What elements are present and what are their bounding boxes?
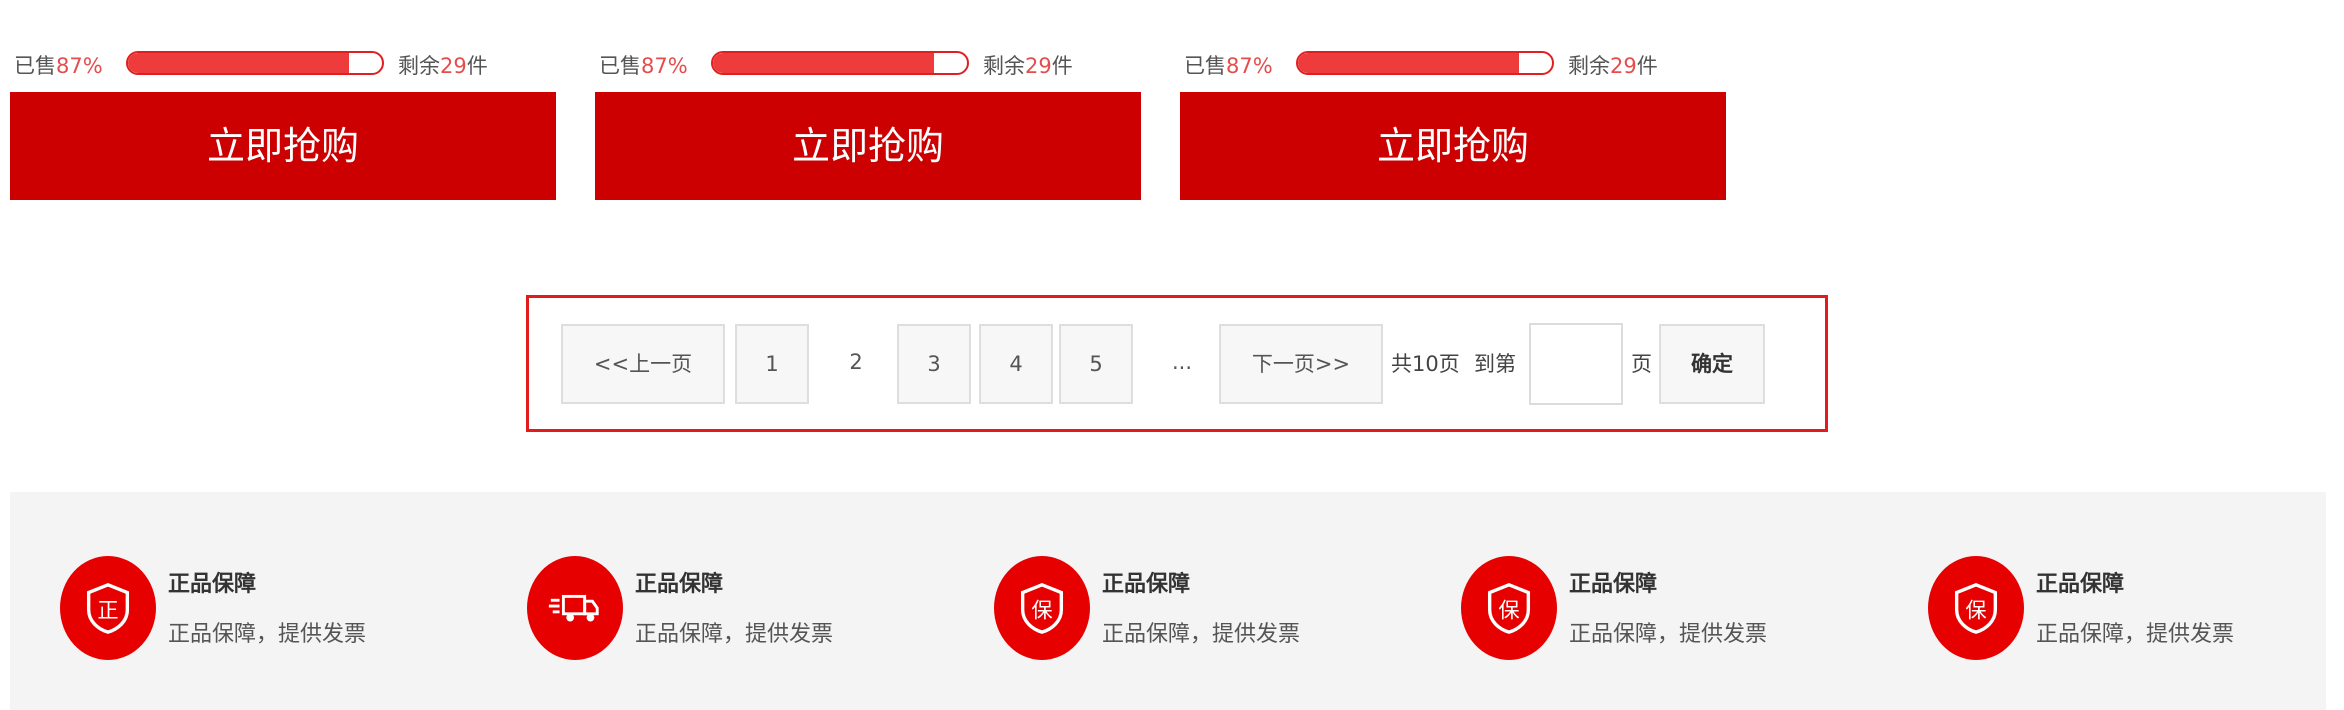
sale-progress-row: 已售87% 剩余29件 [1170, 46, 1730, 80]
shield-guarantee-icon: 保 [1928, 556, 2024, 660]
page-5-button[interactable]: 5 [1059, 324, 1133, 404]
buy-now-button[interactable]: 立即抢购 [1180, 92, 1726, 200]
authentic-icon: 正 [60, 556, 156, 660]
remain-count: 29 [440, 54, 467, 78]
svg-text:正: 正 [97, 599, 118, 624]
sold-label: 已售87% [1184, 54, 1273, 78]
product-card: 已售87% 剩余29件 立即抢购 [1170, 0, 1730, 210]
svg-text:保: 保 [1498, 599, 1519, 624]
service-title: 正品保障 [168, 572, 257, 597]
service-title: 正品保障 [1102, 572, 1191, 597]
goto-page-input[interactable] [1529, 323, 1623, 405]
service-guarantees-bar: 正 正品保障 正品保障，提供发票 正品保障 正品保障，提供发票 保 正品保障 正… [10, 492, 2326, 710]
page-4-button[interactable]: 4 [979, 324, 1053, 404]
product-card: 已售87% 剩余29件 立即抢购 [585, 0, 1145, 210]
goto-prefix-label: 到第 [1474, 352, 1516, 376]
service-item: 保 正品保障 正品保障，提供发票 [1411, 556, 1831, 666]
page-3-button[interactable]: 3 [897, 324, 971, 404]
sold-percent: 87% [641, 54, 688, 78]
next-page-button[interactable]: 下一页>> [1219, 324, 1383, 404]
service-description: 正品保障，提供发票 [168, 622, 367, 647]
service-item: 正 正品保障 正品保障，提供发票 [10, 556, 430, 666]
remain-label: 剩余29件 [1568, 54, 1658, 78]
shield-guarantee-icon: 保 [1461, 556, 1557, 660]
sold-percent: 87% [1226, 54, 1273, 78]
flash-sale-products: 已售87% 剩余29件 立即抢购 已售87% 剩余29件 立即抢购 已售87% … [0, 0, 2344, 210]
sold-label: 已售87% [14, 54, 103, 78]
pagination-ellipsis: ... [1171, 350, 1193, 374]
progress-fill [1298, 53, 1519, 73]
svg-text:保: 保 [1965, 599, 1986, 624]
page-1-button[interactable]: 1 [735, 324, 809, 404]
progress-fill [713, 53, 934, 73]
remain-count: 29 [1610, 54, 1637, 78]
service-description: 正品保障，提供发票 [1569, 622, 1768, 647]
sold-percent: 87% [56, 54, 103, 78]
pagination: <<上一页 1 2 3 4 5 ... 下一页>> 共10页 到第 页 确定 [529, 298, 1825, 429]
goto-suffix-label: 页 [1631, 352, 1652, 376]
current-page-2[interactable]: 2 [819, 324, 893, 404]
service-description: 正品保障，提供发票 [2036, 622, 2235, 647]
service-item: 正品保障 正品保障，提供发票 [477, 556, 897, 666]
delivery-truck-icon [527, 556, 623, 660]
buy-now-button[interactable]: 立即抢购 [10, 92, 556, 200]
sale-progress-bar [1296, 51, 1554, 75]
remain-label: 剩余29件 [983, 54, 1073, 78]
sale-progress-row: 已售87% 剩余29件 [585, 46, 1145, 80]
prev-page-button[interactable]: <<上一页 [561, 324, 725, 404]
pagination-container: <<上一页 1 2 3 4 5 ... 下一页>> 共10页 到第 页 确定 [526, 295, 1828, 432]
sale-progress-bar [711, 51, 969, 75]
progress-fill [128, 53, 349, 73]
product-card: 已售87% 剩余29件 立即抢购 [0, 0, 560, 210]
sale-progress-row: 已售87% 剩余29件 [0, 46, 560, 80]
service-item: 保 正品保障 正品保障，提供发票 [1878, 556, 2298, 666]
service-title: 正品保障 [635, 572, 724, 597]
confirm-goto-button[interactable]: 确定 [1659, 324, 1765, 404]
svg-text:保: 保 [1031, 599, 1052, 624]
total-pages-text: 共10页 [1391, 352, 1460, 376]
service-title: 正品保障 [2036, 572, 2125, 597]
service-description: 正品保障，提供发票 [1102, 622, 1301, 647]
buy-now-button[interactable]: 立即抢购 [595, 92, 1141, 200]
remain-count: 29 [1025, 54, 1052, 78]
sold-label: 已售87% [599, 54, 688, 78]
service-description: 正品保障，提供发票 [635, 622, 834, 647]
remain-label: 剩余29件 [398, 54, 488, 78]
service-title: 正品保障 [1569, 572, 1658, 597]
service-item: 保 正品保障 正品保障，提供发票 [944, 556, 1364, 666]
sale-progress-bar [126, 51, 384, 75]
shield-guarantee-icon: 保 [994, 556, 1090, 660]
